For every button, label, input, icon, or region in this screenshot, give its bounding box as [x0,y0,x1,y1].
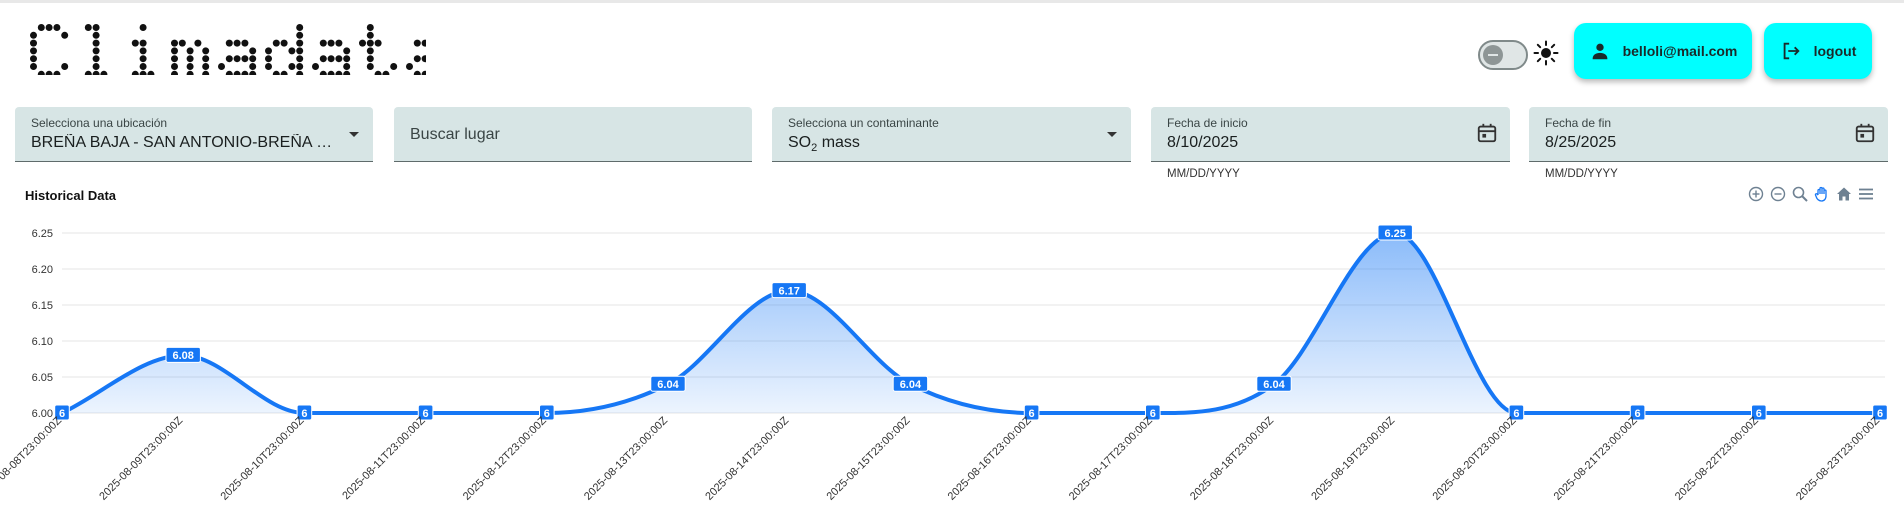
search-input[interactable]: Buscar lugar [394,107,752,162]
calendar-icon[interactable] [1854,122,1876,144]
historical-data-chart: 6.00 6.05 6.10 6.15 6.20 6.25 6 6.08 6 6 6 6.04 6.1… [0,224,1888,503]
theme-toggle[interactable] [1478,40,1528,70]
x-tick-label: 2025-08-10T23:00:00Z [218,414,306,502]
user-account-button[interactable]: belloli@mail.com [1574,23,1752,79]
chart-grid [62,232,1885,414]
end-date-value: 8/25/2025 [1545,134,1617,151]
data-label: 6 [544,408,550,420]
chevron-down-icon [349,132,359,137]
data-label: 6.08 [172,350,193,362]
pollutant-formula: SO [788,134,812,151]
menu-icon[interactable] [1857,185,1875,203]
zoom-out-icon[interactable] [1769,185,1787,203]
data-label: 6 [59,408,65,420]
theme-toggle-icon [1483,45,1503,65]
y-tick-label: 6.00 [32,408,53,420]
pollutant-suffix: mass [817,134,860,151]
logout-label: logout [1813,43,1857,59]
x-tick-label: 2025-08-16T23:00:00Z [946,414,1034,502]
x-tick-label: 2025-08-23T23:00:00Z [1794,414,1882,502]
y-tick-label: 6.15 [32,300,53,312]
x-tick-label: 2025-08-12T23:00:00Z [461,414,549,502]
data-label: 6 [301,408,307,420]
data-label: 6 [1635,408,1641,420]
start-date-helper: MM/DD/YYYY [1167,168,1240,180]
x-tick-label: 2025-08-20T23:00:00Z [1430,414,1518,502]
y-tick-label: 6.05 [32,372,53,384]
data-label: 6 [1150,408,1156,420]
start-date-field[interactable]: Fecha de inicio 8/10/2025 [1151,107,1510,162]
series-line [61,230,1880,416]
data-label: 6.25 [1384,228,1405,240]
zoom-selection-icon[interactable] [1791,185,1809,203]
y-axis: 6.00 6.05 6.10 6.15 6.20 6.25 [32,228,53,420]
x-tick-label: 2025-08-08T23:00:00Z [0,414,64,502]
location-select[interactable]: Selecciona una ubicación BREÑA BAJA - SA… [15,107,373,162]
person-icon [1592,43,1607,60]
y-tick-label: 6.10 [32,336,53,348]
end-date-field[interactable]: Fecha de fin 8/25/2025 [1529,107,1888,162]
data-label: 6 [1029,408,1035,420]
x-tick-label: 2025-08-13T23:00:00Z [582,414,670,502]
x-tick-label: 2025-08-09T23:00:00Z [97,414,185,502]
pollutant-label: Selecciona un contaminante [788,116,939,130]
x-tick-label: 2025-08-18T23:00:00Z [1188,414,1276,502]
data-label: 6 [1513,408,1519,420]
logout-icon [1783,42,1800,60]
search-placeholder: Buscar lugar [410,126,500,143]
x-tick-label: 2025-08-14T23:00:00Z [703,414,791,502]
data-label: 6 [1756,408,1762,420]
app-logo[interactable] [26,20,445,80]
x-tick-label: 2025-08-17T23:00:00Z [1067,414,1155,502]
x-axis: 2025-08-08T23:00:00Z 2025-08-09T23:00:00Z… [0,414,1882,502]
location-label: Selecciona una ubicación [31,116,168,130]
end-date-label: Fecha de fin [1545,116,1612,130]
x-tick-label: 2025-08-19T23:00:00Z [1309,414,1397,502]
series-area [62,233,1880,414]
data-label: 6 [423,408,429,420]
start-date-label: Fecha de inicio [1167,116,1248,130]
user-email: belloli@mail.com [1622,43,1738,59]
logout-button[interactable]: logout [1764,23,1872,79]
x-tick-label: 2025-08-11T23:00:00Z [340,414,428,502]
x-tick-label: 2025-08-21T23:00:00Z [1552,414,1640,502]
location-value: BREÑA BAJA - SAN ANTONIO-BREÑA BAJA [31,134,336,151]
start-date-value: 8/10/2025 [1167,134,1239,151]
data-label: 6.04 [1263,379,1285,391]
zoom-in-icon[interactable] [1747,185,1765,203]
calendar-icon[interactable] [1476,122,1498,144]
logo-dot-matrix [30,24,445,78]
y-tick-label: 6.25 [32,228,53,240]
reset-home-icon[interactable] [1835,185,1853,203]
chart-title: Historical Data [25,188,117,203]
data-labels: 6 6.08 6 6 6 6.04 6.17 6.04 6 6 6.04 6.25 6 6 6 6 [54,224,1888,421]
x-tick-label: 2025-08-15T23:00:00Z [824,414,912,502]
pollutant-select[interactable]: Selecciona un contaminante SO2 mass [772,107,1131,162]
chart-toolbar [1747,185,1875,203]
chevron-down-icon [1107,132,1117,137]
y-tick-label: 6.20 [32,264,53,276]
data-label: 6.04 [900,379,922,391]
data-label: 6.04 [657,379,679,391]
data-label: 6 [1877,408,1883,420]
x-tick-label: 2025-08-22T23:00:00Z [1673,414,1761,502]
end-date-helper: MM/DD/YYYY [1545,168,1618,180]
pollutant-value: SO2 mass [788,134,860,154]
pan-icon[interactable] [1813,185,1831,203]
top-border [0,0,1904,3]
sun-icon [1533,40,1559,66]
data-label: 6.17 [778,285,799,297]
